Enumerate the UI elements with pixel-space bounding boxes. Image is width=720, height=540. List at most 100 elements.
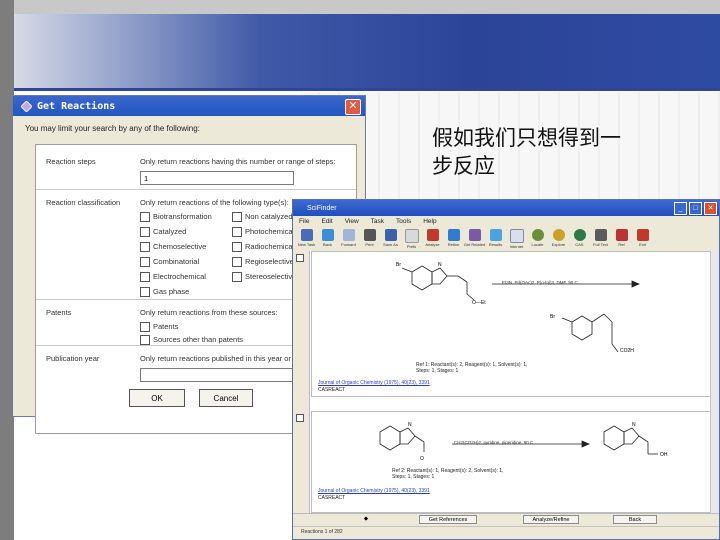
locate-button[interactable]: Locate: [528, 227, 547, 251]
explore-button[interactable]: Explore: [549, 227, 568, 251]
svg-text:Br: Br: [550, 314, 555, 320]
checkbox-catalyzed[interactable]: [140, 227, 150, 237]
results-side-gutter: [293, 251, 310, 513]
status-text: Reactions 1 of 282: [301, 529, 343, 535]
steps-desc: Only return reactions having this number…: [140, 157, 336, 166]
reaction-entry[interactable]: Br N O—Et Br CO2H Et3N, Pd(OAc)2, P(o-to…: [296, 251, 715, 397]
analyze-refine-button[interactable]: Analyze/Refine: [523, 515, 579, 524]
checkbox-stereoselective[interactable]: [232, 272, 242, 282]
checkbox-electrochemical[interactable]: [140, 272, 150, 282]
checkbox-label: Stereoselective: [245, 272, 297, 281]
back-button[interactable]: Back: [613, 515, 657, 524]
entry-source: CASREACT: [318, 387, 346, 393]
slide-heading: 假如我们只想得到一 步反应: [432, 124, 672, 180]
toolbar-label: Save As: [383, 242, 398, 247]
scifinder-diamond-icon: [21, 100, 32, 112]
checkbox-patents[interactable]: [140, 322, 150, 332]
prefs-button[interactable]: Prefs: [402, 227, 421, 251]
entry-select-checkbox[interactable]: [296, 254, 304, 262]
diamond-nav-icon[interactable]: ◆: [361, 515, 371, 524]
get-related-button[interactable]: Get Related: [463, 227, 486, 251]
checkbox-gas-phase[interactable]: [140, 287, 150, 297]
results-button[interactable]: Results: [486, 227, 505, 251]
envelope-icon: [509, 229, 524, 243]
menu-edit[interactable]: Edit: [321, 218, 332, 225]
flag-icon: [615, 229, 628, 241]
slide-heading-line1: 假如我们只想得到一: [432, 126, 621, 150]
checkbox-label: Biotransformation: [153, 212, 212, 221]
refine-button[interactable]: Refine: [444, 227, 463, 251]
scifinder-title: SciFinder: [307, 204, 337, 212]
explore-icon: [552, 229, 565, 241]
toolbar-label: CAS: [575, 242, 584, 247]
dialog-title-bar[interactable]: Get Reactions: [13, 96, 365, 116]
forward-button[interactable]: Forward: [339, 227, 358, 251]
get-references-button[interactable]: Get References: [419, 515, 477, 524]
steps-input[interactable]: 1: [140, 171, 294, 185]
menu-view[interactable]: View: [345, 218, 359, 225]
checkbox-label: Radiochemical: [245, 242, 295, 251]
ok-button[interactable]: OK: [129, 389, 185, 407]
full-text-icon: [594, 229, 607, 241]
toolbar-label: Exit: [639, 242, 646, 247]
exit-icon: [636, 229, 649, 241]
patents-desc: Only return reactions from these sources…: [140, 308, 278, 317]
menu-bar: File Edit View Task Tools Help: [293, 216, 719, 227]
reaction-scheme-1: Br N O—Et Br CO2H: [396, 262, 641, 354]
cas-button[interactable]: CAS: [570, 227, 589, 251]
menu-file[interactable]: File: [299, 218, 309, 225]
maximize-icon[interactable]: □: [689, 202, 702, 215]
checkbox-chemoselective[interactable]: [140, 242, 150, 252]
checkbox-label: Patents: [153, 322, 179, 331]
slide-header-rule: [14, 88, 720, 91]
minimize-icon[interactable]: _: [674, 202, 687, 215]
entry-source: CASREACT: [318, 495, 346, 501]
toolbar-label: Prefs: [406, 244, 417, 249]
checkbox-regioselective[interactable]: [232, 257, 242, 267]
toolbar-label: Full Text: [593, 242, 608, 247]
year-label: Publication year: [46, 354, 100, 363]
window-controls: _ □ ✕: [674, 202, 717, 215]
analyze-button[interactable]: Analyze: [423, 227, 442, 251]
checkbox-non-patents[interactable]: [140, 335, 150, 345]
svg-text:N: N: [438, 262, 442, 268]
close-icon[interactable]: ✕: [704, 202, 717, 215]
results-icon: [489, 229, 502, 241]
close-icon[interactable]: ✕: [345, 99, 361, 115]
toolbar-label: Ref: [618, 242, 625, 247]
entry-select-checkbox[interactable]: [296, 414, 304, 422]
menu-task[interactable]: Task: [371, 218, 384, 225]
ref-button[interactable]: Ref: [612, 227, 631, 251]
year-input[interactable]: [140, 368, 294, 382]
toolbar-label: Explore: [551, 242, 566, 247]
checkbox-non-catalyzed[interactable]: [232, 212, 242, 222]
journal-link[interactable]: Journal of Organic Chemistry (1975), 40(…: [318, 488, 430, 494]
checkbox-radiochemical[interactable]: [232, 242, 242, 252]
save-as-button[interactable]: Save As: [381, 227, 400, 251]
menu-tools[interactable]: Tools: [396, 218, 411, 225]
full-text-button[interactable]: Full Text: [591, 227, 610, 251]
results-scrollbar[interactable]: [710, 251, 719, 513]
checkbox-biotransformation[interactable]: [140, 212, 150, 222]
print-button[interactable]: Print: [360, 227, 379, 251]
journal-link[interactable]: Journal of Organic Chemistry (1975), 40(…: [318, 380, 430, 386]
scifinder-title-bar[interactable]: SciFinder: [293, 200, 719, 216]
save-icon: [384, 229, 397, 241]
checkbox-label: Catalyzed: [153, 227, 187, 236]
exit-button[interactable]: Exit: [633, 227, 652, 251]
new-task-button[interactable]: New Task: [297, 227, 316, 251]
printer-icon: [363, 229, 376, 241]
toolbar-label: Get Related: [463, 242, 486, 247]
menu-help[interactable]: Help: [423, 218, 436, 225]
back-arrow-icon: [321, 229, 334, 241]
checkbox-label: Chemoselective: [153, 242, 207, 251]
checkbox-label: Photochemical: [245, 227, 295, 236]
checkbox-combinatorial[interactable]: [140, 257, 150, 267]
cancel-button[interactable]: Cancel: [199, 389, 253, 407]
back-button[interactable]: Back: [318, 227, 337, 251]
reaction-entry[interactable]: N O N OH CH2(CO2H)2, pyridine, piperidin…: [296, 411, 715, 513]
year-desc: Only return reactions published in this …: [140, 354, 291, 363]
toolbar-label: Print: [365, 242, 374, 247]
checkbox-photochemical[interactable]: [232, 227, 242, 237]
internet-button[interactable]: Internet: [507, 227, 526, 251]
